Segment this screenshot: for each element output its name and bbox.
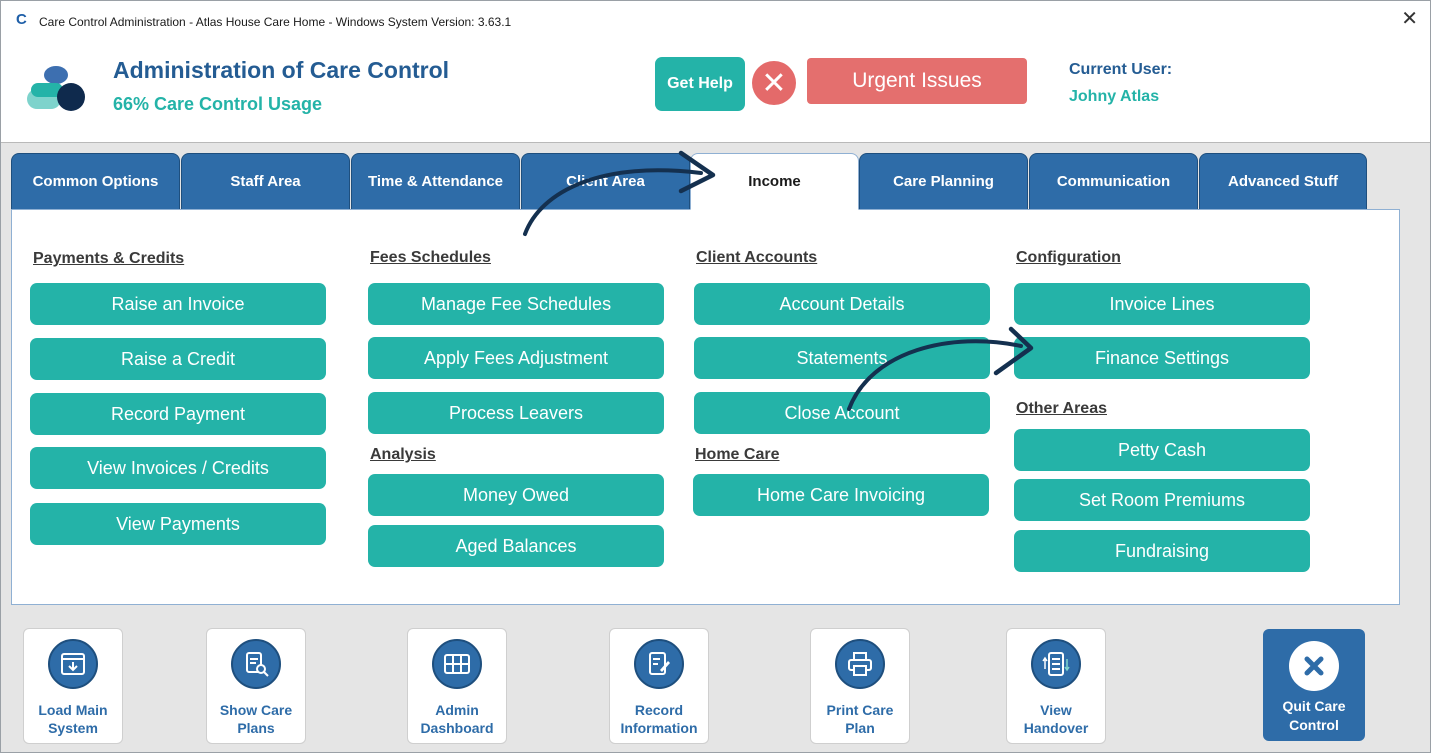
toolbar-label: System <box>48 720 98 736</box>
quit-care-control-button[interactable]: Quit Care Control <box>1263 629 1365 741</box>
money-owed-button[interactable]: Money Owed <box>368 474 664 516</box>
tab-client-area[interactable]: Client Area <box>521 153 690 209</box>
fundraising-button[interactable]: Fundraising <box>1014 530 1310 572</box>
view-invoices-credits-button[interactable]: View Invoices / Credits <box>30 447 326 489</box>
current-user-label: Current User: <box>1069 61 1173 78</box>
download-window-icon <box>48 639 98 689</box>
toolbar-label: Plans <box>237 720 275 736</box>
brand-logo-icon <box>25 63 87 113</box>
raise-credit-button[interactable]: Raise a Credit <box>30 338 326 380</box>
usage-text: 66% Care Control Usage <box>113 94 323 114</box>
finance-settings-button[interactable]: Finance Settings <box>1014 337 1310 379</box>
header: Administration of Care Control 66% Care … <box>1 41 1430 143</box>
section-configuration: Configuration <box>1016 249 1121 266</box>
document-search-icon <box>231 639 281 689</box>
section-other-areas: Other Areas <box>1016 400 1107 417</box>
load-main-system-button[interactable]: Load Main System <box>23 628 123 744</box>
urgent-issues-button[interactable]: Urgent Issues <box>807 58 1027 104</box>
view-handover-button[interactable]: View Handover <box>1006 628 1106 744</box>
dashboard-grid-icon <box>432 639 482 689</box>
print-care-plan-button[interactable]: Print Care Plan <box>810 628 910 744</box>
manage-fee-schedules-button[interactable]: Manage Fee Schedules <box>368 283 664 325</box>
income-panel: Payments & Credits Raise an Invoice Rais… <box>11 209 1400 605</box>
app-window: C Care Control Administration - Atlas Ho… <box>0 0 1431 753</box>
section-analysis: Analysis <box>370 446 436 463</box>
tab-communication[interactable]: Communication <box>1029 153 1198 209</box>
section-client-accounts: Client Accounts <box>696 249 818 266</box>
show-care-plans-button[interactable]: Show Care Plans <box>206 628 306 744</box>
statements-button[interactable]: Statements <box>694 337 990 379</box>
edit-document-icon <box>634 639 684 689</box>
record-payment-button[interactable]: Record Payment <box>30 393 326 435</box>
toolbar-label: View <box>1040 702 1072 718</box>
raise-invoice-button[interactable]: Raise an Invoice <box>30 283 326 325</box>
urgent-close-icon[interactable]: ✕ <box>752 61 796 105</box>
toolbar-label: Show Care <box>219 702 293 718</box>
section-home-care: Home Care <box>695 446 780 463</box>
admin-dashboard-button[interactable]: Admin Dashboard <box>407 628 507 744</box>
view-payments-button[interactable]: View Payments <box>30 503 326 545</box>
tab-bar: Common Options Staff Area Time & Attenda… <box>11 153 1411 210</box>
toolbar-label: Admin <box>435 702 479 718</box>
set-room-premiums-button[interactable]: Set Room Premiums <box>1014 479 1310 521</box>
toolbar-label: Load Main <box>38 702 108 718</box>
current-user-name: Johny Atlas <box>1069 88 1160 105</box>
quit-label: Quit Care <box>1282 698 1346 714</box>
process-leavers-button[interactable]: Process Leavers <box>368 392 664 434</box>
tab-income[interactable]: Income <box>690 153 859 210</box>
page-title: Administration of Care Control <box>113 57 450 83</box>
close-account-button[interactable]: Close Account <box>694 392 990 434</box>
apply-fees-adjustment-button[interactable]: Apply Fees Adjustment <box>368 337 664 379</box>
section-payments-credits: Payments & Credits <box>33 250 185 267</box>
toolbar-label: Record <box>634 702 684 718</box>
close-icon[interactable]: ✕ <box>1401 9 1418 29</box>
tab-staff-area[interactable]: Staff Area <box>181 153 350 209</box>
handover-list-icon <box>1031 639 1081 689</box>
printer-icon <box>835 639 885 689</box>
section-fees-schedules: Fees Schedules <box>370 249 491 266</box>
record-information-button[interactable]: Record Information <box>609 628 709 744</box>
aged-balances-button[interactable]: Aged Balances <box>368 525 664 567</box>
petty-cash-button[interactable]: Petty Cash <box>1014 429 1310 471</box>
account-details-button[interactable]: Account Details <box>694 283 990 325</box>
toolbar-label: Information <box>620 720 698 736</box>
tab-care-planning[interactable]: Care Planning <box>859 153 1028 209</box>
tab-common-options[interactable]: Common Options <box>11 153 180 209</box>
toolbar-label: Print Care <box>826 702 894 718</box>
tab-time-attendance[interactable]: Time & Attendance <box>351 153 520 209</box>
home-care-invoicing-button[interactable]: Home Care Invoicing <box>693 474 989 516</box>
toolbar-label: Handover <box>1023 720 1089 736</box>
invoice-lines-button[interactable]: Invoice Lines <box>1014 283 1310 325</box>
get-help-button[interactable]: Get Help <box>655 57 745 111</box>
window-title: Care Control Administration - Atlas Hous… <box>39 15 512 29</box>
tab-advanced-stuff[interactable]: Advanced Stuff <box>1199 153 1367 209</box>
close-circle-icon <box>1289 641 1339 691</box>
toolbar-label: Dashboard <box>420 720 494 736</box>
app-logo-icon: C <box>16 11 27 28</box>
title-bar: C Care Control Administration - Atlas Ho… <box>1 1 1430 41</box>
quit-label: Control <box>1289 717 1339 733</box>
toolbar-label: Plan <box>845 720 875 736</box>
